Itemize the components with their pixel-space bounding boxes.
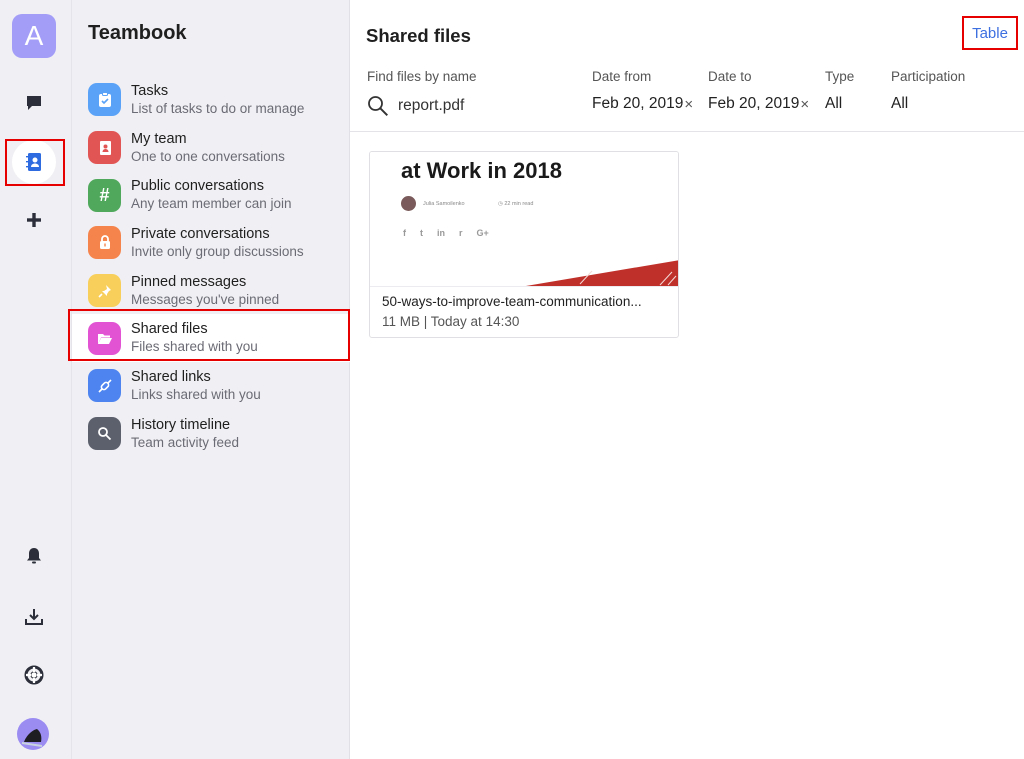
nav-item-sub: Messages you've pinned: [131, 291, 280, 307]
pin-icon: [88, 274, 121, 308]
nav-item-sub: Any team member can join: [131, 196, 292, 212]
nav-item-tasks[interactable]: Tasks List of tasks to do or manage: [72, 76, 350, 124]
date-to-label: Date to: [708, 69, 752, 84]
search-filter: Find files by name: [367, 68, 548, 117]
thumbnail-red-banner: [525, 260, 678, 286]
download-icon: [25, 609, 43, 625]
search-icon: [368, 96, 389, 117]
nav-item-sub: One to one conversations: [131, 148, 285, 164]
folder-icon: [88, 321, 121, 355]
nav-item-label: Shared files: [131, 321, 208, 338]
filter-bar: Find files by name Date from Feb 20, 201…: [350, 68, 1024, 132]
nav-item-label: My team: [131, 130, 187, 147]
file-meta: 11 MB | Today at 14:30: [382, 314, 520, 329]
date-to-value[interactable]: Feb 20, 2019: [708, 95, 799, 113]
main-content: Shared files Table Find files by name Da…: [350, 0, 1024, 759]
nav-item-sub: Files shared with you: [131, 339, 258, 355]
link-icon: [88, 369, 121, 403]
file-thumbnail: at Work in 2018 Julia Samoilenko ◷ 22 mi…: [370, 152, 678, 287]
nav-item-label: Shared links: [131, 368, 211, 385]
nav-item-my-team[interactable]: My team One to one conversations: [72, 124, 350, 172]
clear-date-from-icon[interactable]: ×: [684, 96, 693, 113]
nav-item-shared-links[interactable]: Shared links Links shared with you: [72, 362, 350, 410]
nav-item-label: Public conversations: [131, 178, 264, 195]
date-to-filter: Date to Feb 20, 2019 ×: [708, 68, 809, 113]
add-icon: [27, 213, 41, 227]
nav-item-sub: Links shared with you: [131, 386, 261, 402]
icon-rail: A: [0, 0, 72, 759]
clipboard-icon: [88, 83, 121, 117]
nav-item-label: Tasks: [131, 82, 169, 99]
contacts-button[interactable]: [12, 140, 56, 184]
type-label: Type: [825, 69, 855, 84]
notifications-button[interactable]: [12, 534, 56, 578]
nav-list: Tasks List of tasks to do or manage My te…: [72, 76, 350, 458]
nav-item-history-timeline[interactable]: History timeline Team activity feed: [72, 410, 350, 458]
nav-item-private-conversations[interactable]: Private conversations Invite only group d…: [72, 219, 350, 267]
chat-button[interactable]: [12, 81, 56, 125]
nav-item-label: Pinned messages: [131, 273, 247, 290]
participation-label: Participation: [891, 69, 966, 84]
page-title: Shared files: [366, 25, 471, 46]
nav-item-sub: Invite only group discussions: [131, 243, 304, 259]
lock-icon: [88, 226, 121, 260]
nav-title: Teambook: [88, 22, 187, 44]
chat-icon: [27, 96, 41, 110]
file-name: 50-ways-to-improve-team-communication...: [382, 294, 642, 309]
nav-item-public-conversations[interactable]: # Public conversations Any team member ca…: [72, 171, 350, 219]
nav-item-label: History timeline: [131, 416, 231, 433]
contacts-book-icon: [88, 131, 121, 165]
bell-icon: [27, 548, 41, 564]
file-card[interactable]: at Work in 2018 Julia Samoilenko ◷ 22 mi…: [369, 151, 679, 338]
participation-filter: Participation All: [891, 68, 965, 113]
date-from-filter: Date from Feb 20, 2019 ×: [592, 68, 693, 113]
contacts-icon: [26, 153, 41, 171]
nav-panel: Teambook Tasks List of tasks to do or man…: [68, 0, 350, 759]
search-label: Find files by name: [367, 69, 477, 84]
type-filter: Type All: [825, 68, 854, 113]
nav-item-sub: Team activity feed: [131, 434, 240, 450]
date-from-label: Date from: [592, 69, 652, 84]
nav-item-pinned-messages[interactable]: Pinned messages Messages you've pinned: [72, 267, 350, 315]
date-from-value[interactable]: Feb 20, 2019: [592, 95, 683, 113]
search-icon: [88, 417, 121, 451]
type-select[interactable]: All: [825, 95, 842, 113]
table-view-toggle[interactable]: Table: [962, 16, 1018, 50]
help-button[interactable]: [12, 653, 56, 697]
participation-select[interactable]: All: [891, 95, 908, 113]
nav-item-shared-files[interactable]: Shared files Files shared with you: [72, 314, 350, 363]
search-input[interactable]: [398, 97, 548, 115]
clear-date-to-icon[interactable]: ×: [800, 96, 809, 113]
nav-item-label: Private conversations: [131, 225, 270, 242]
help-icon: [24, 665, 44, 685]
user-avatar[interactable]: [17, 718, 49, 750]
hash-icon: #: [88, 178, 121, 212]
download-button[interactable]: [12, 595, 56, 639]
nav-item-sub: List of tasks to do or manage: [131, 100, 305, 116]
workspace-avatar[interactable]: A: [12, 14, 56, 58]
avatar-image: [21, 729, 43, 747]
add-button[interactable]: [12, 198, 56, 242]
